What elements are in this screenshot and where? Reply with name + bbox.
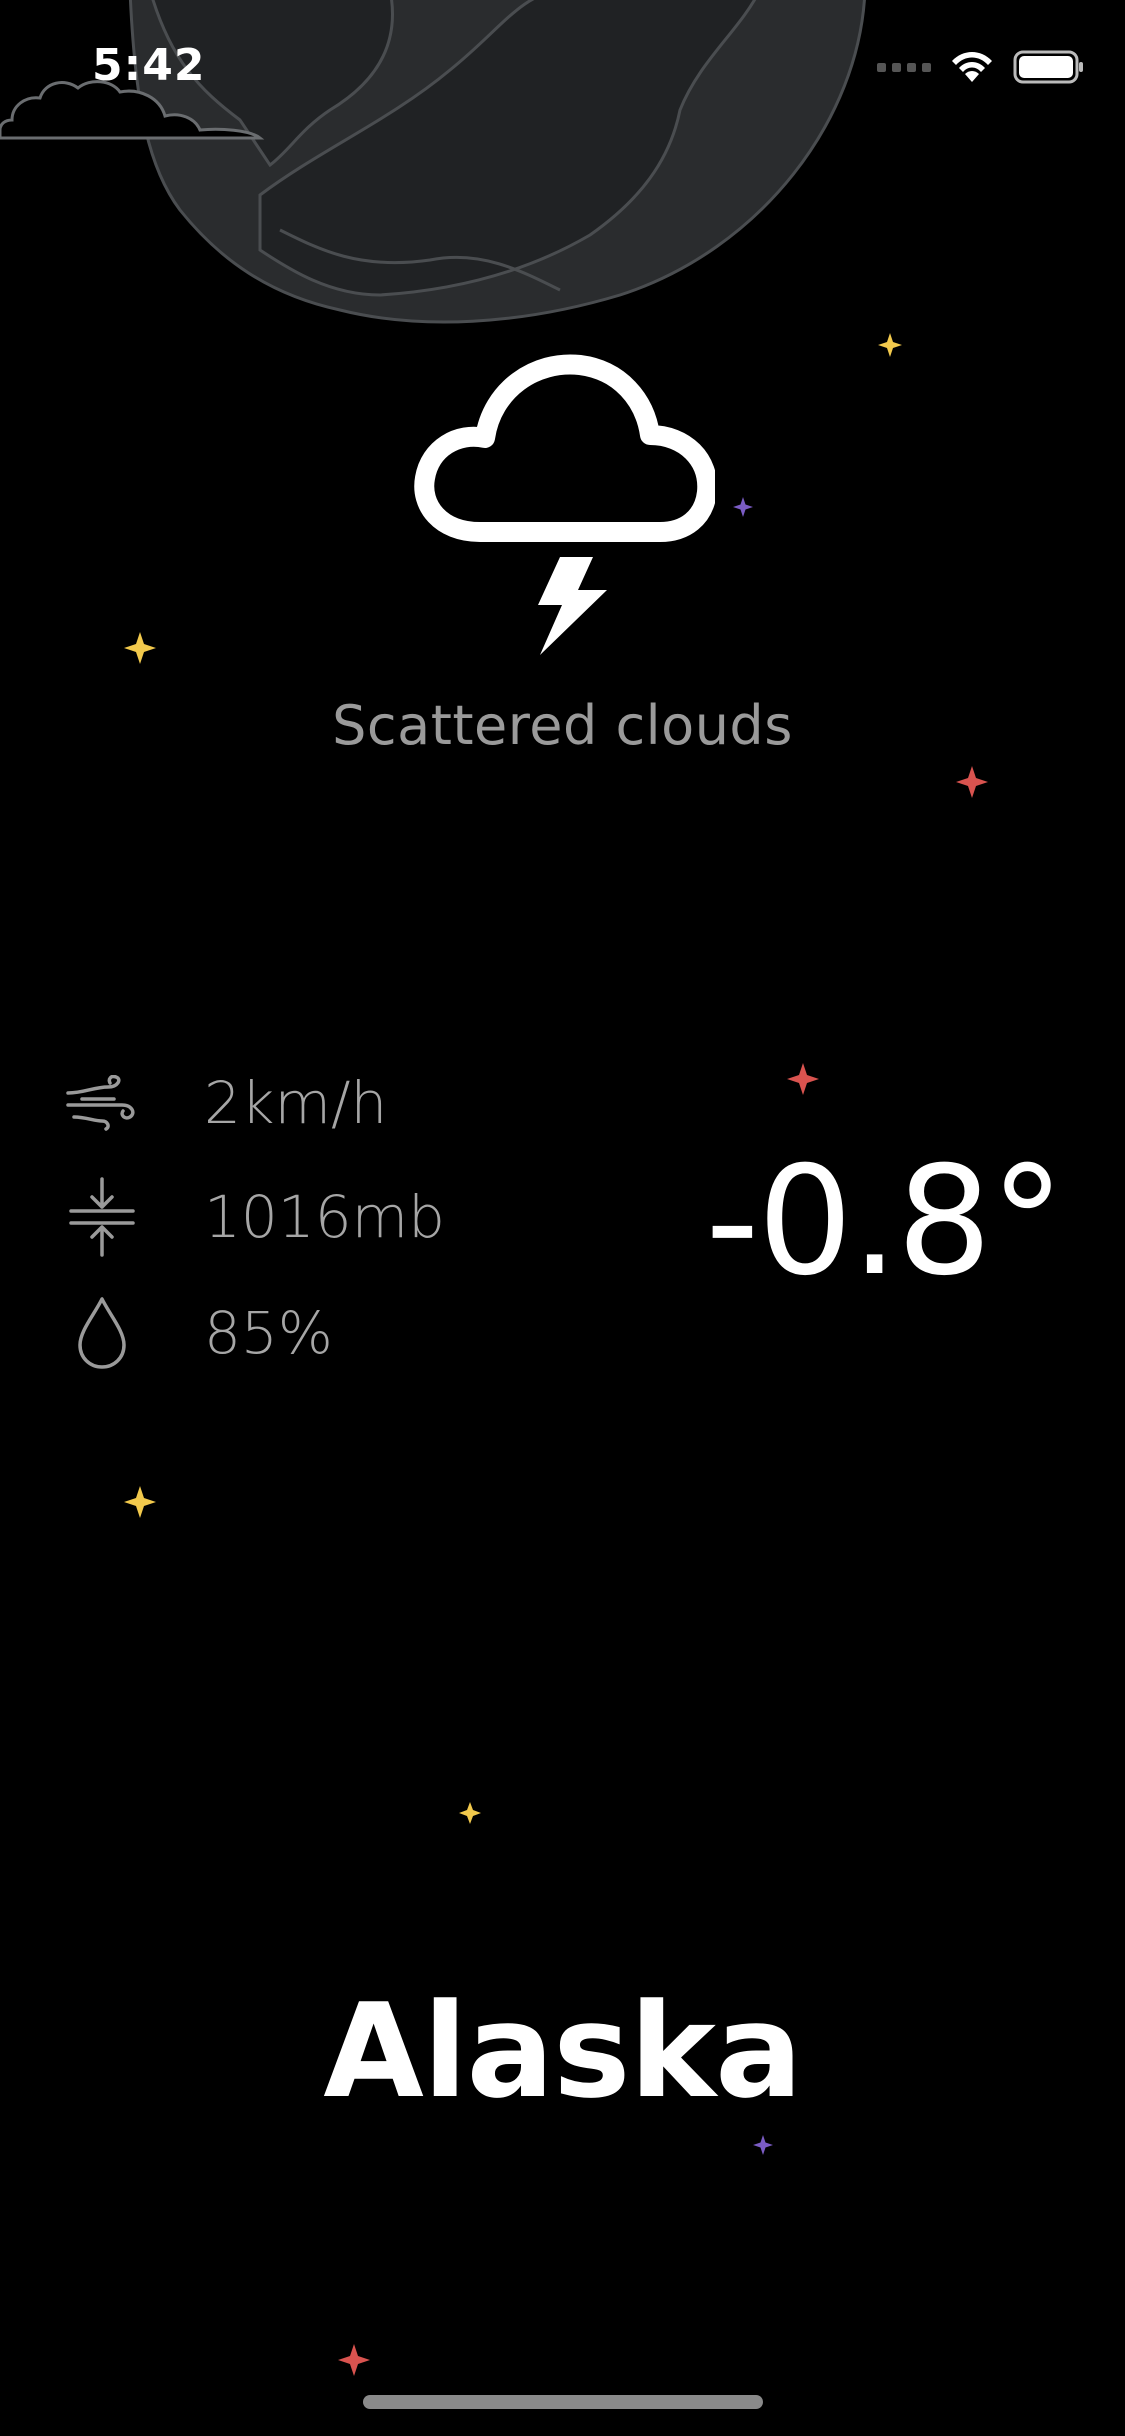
- wind-speed-value: 2km/h: [204, 1069, 388, 1137]
- star-icon: [753, 2135, 773, 2155]
- battery-icon: [1013, 50, 1083, 84]
- pressure-value: 1016mb: [204, 1183, 445, 1251]
- star-icon: [956, 766, 988, 798]
- pressure-stat: 1016mb: [62, 1177, 445, 1257]
- humidity-drop-icon: [62, 1293, 142, 1373]
- city-name: Alaska: [323, 1975, 802, 2127]
- star-icon: [787, 1063, 819, 1095]
- humidity-value: 85%: [204, 1299, 333, 1367]
- pressure-icon: [62, 1177, 142, 1257]
- star-icon: [878, 333, 902, 357]
- star-icon: [733, 497, 753, 517]
- humidity-stat: 85%: [62, 1293, 333, 1373]
- temperature-value: -0.8°: [705, 1135, 1065, 1309]
- star-icon: [124, 632, 156, 664]
- cellular-signal-icon: [877, 62, 931, 72]
- star-icon: [338, 2344, 370, 2376]
- wind-icon: [62, 1063, 142, 1143]
- status-bar-time: 5:42: [92, 40, 206, 91]
- status-bar-indicators: [877, 50, 1085, 84]
- cloud-lightning-icon: [414, 354, 715, 655]
- weather-condition: Scattered clouds: [332, 694, 793, 757]
- home-indicator[interactable]: [363, 2395, 763, 2409]
- wifi-icon: [952, 52, 992, 82]
- star-icon: [124, 1486, 156, 1518]
- star-icon: [459, 1802, 481, 1824]
- wind-stat: 2km/h: [62, 1063, 387, 1143]
